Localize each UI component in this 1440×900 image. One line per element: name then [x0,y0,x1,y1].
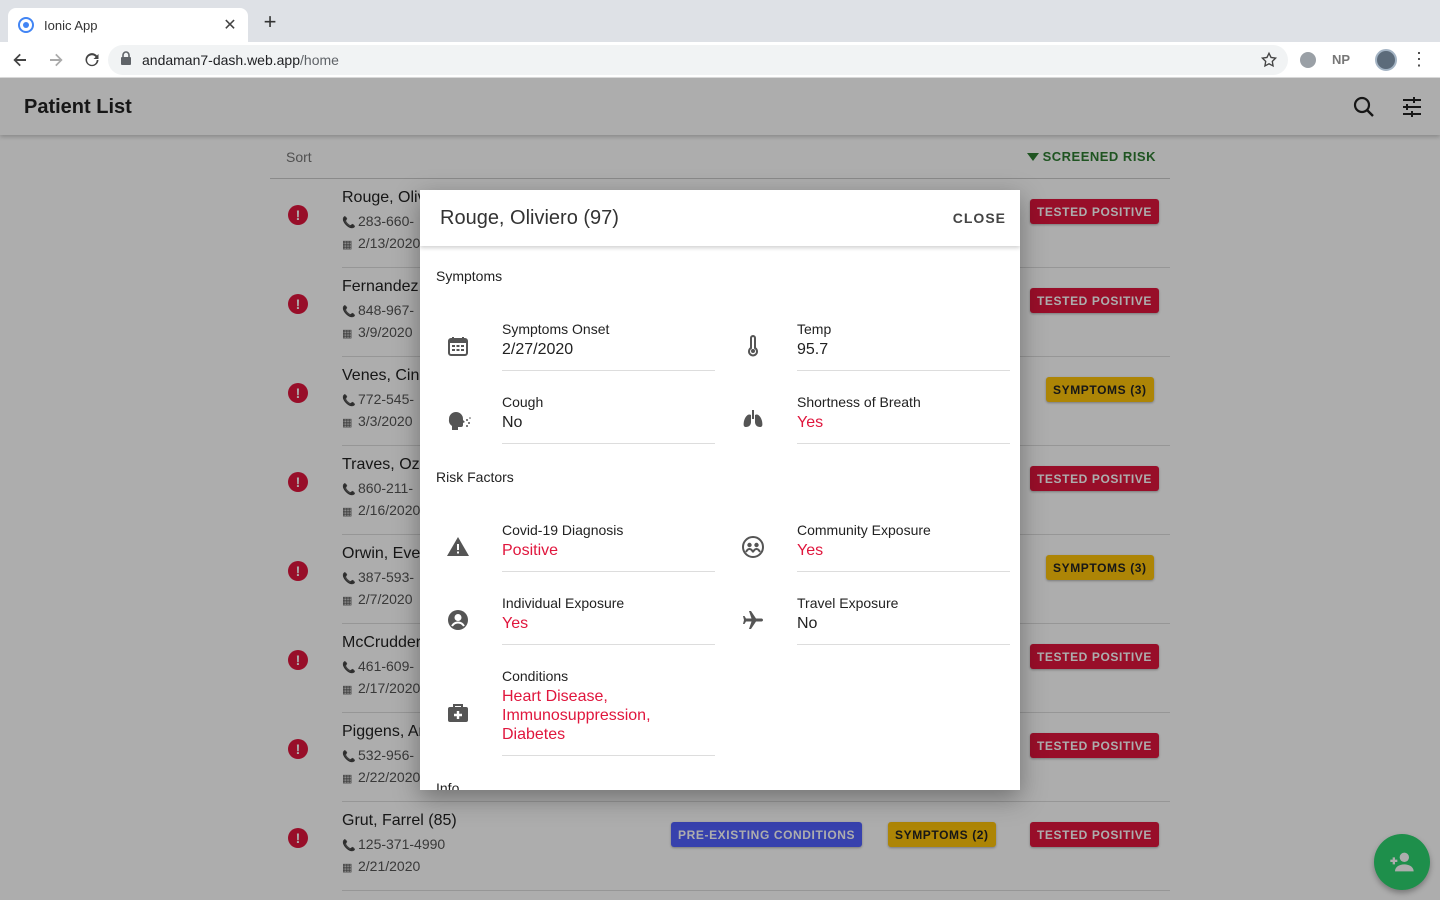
field-label: Covid-19 Diagnosis [502,522,624,538]
forward-icon[interactable] [40,44,72,76]
field-value: Yes [502,615,529,632]
field-text: Shortness of Breath Yes [797,393,1010,444]
field-value: 2/27/2020 [502,341,574,358]
field-label: Symptoms Onset [502,321,610,337]
community-icon [731,527,775,567]
modal-body: Symptoms Symptoms Onset 2/27/2020 Temp 9… [420,246,1020,790]
thermometer-icon [731,326,775,366]
modal-header: Rouge, Oliviero (97) CLOSE [420,190,1020,246]
field-value: 95.7 [797,341,829,358]
extension-icon[interactable] [1300,52,1316,68]
field-label: Community Exposure [797,522,931,538]
field-label: Travel Exposure [797,595,899,611]
reload-icon[interactable] [76,44,108,76]
field-text: Individual Exposure Yes [502,594,715,645]
field-text: Travel Exposure No [797,594,1010,645]
field-label: Individual Exposure [502,595,625,611]
field-text: Temp 95.7 [797,320,1010,371]
cough-icon [436,399,480,439]
field-label: Cough [502,394,544,410]
airplane-icon [731,600,775,640]
close-button[interactable]: CLOSE [953,210,1006,226]
ionic-favicon-icon [18,17,34,33]
info-heading: Info [436,780,460,790]
close-tab-icon[interactable]: ✕ [222,15,238,35]
field-text: Conditions Heart Disease, Immunosuppress… [502,667,715,756]
back-icon[interactable] [4,44,36,76]
field-value: No [797,615,818,632]
lock-icon [120,50,132,70]
warning-icon [436,527,480,567]
person-circle-icon [436,600,480,640]
extension-np[interactable]: NP [1332,52,1350,67]
field-label: Temp [797,321,832,337]
field-value: Positive [502,542,559,559]
calendar-icon [436,326,480,366]
field-value: Heart Disease, Immunosuppression, Diabet… [502,688,651,743]
profile-avatar[interactable] [1375,49,1397,71]
medical-kit-icon [436,693,480,733]
field-value: No [502,414,523,431]
url-path: /home [300,52,339,68]
field-text: Community Exposure Yes [797,521,1010,572]
field-text: Covid-19 Diagnosis Positive [502,521,715,572]
browser-tab[interactable]: Ionic App ✕ [8,8,248,42]
browser-toolbar: andaman7-dash.web.app/home NP ⋮ [0,42,1440,78]
tab-title: Ionic App [44,17,98,33]
new-tab-icon[interactable]: + [258,10,282,34]
url-host: andaman7-dash.web.app [142,52,301,68]
address-bar[interactable]: andaman7-dash.web.app/home [108,45,1288,75]
patient-detail-modal: Rouge, Oliviero (97) CLOSE Symptoms Symp… [420,190,1020,790]
field-text: Symptoms Onset 2/27/2020 [502,320,715,371]
field-label: Shortness of Breath [797,394,921,410]
lungs-icon [731,399,775,439]
risk-factors-heading: Risk Factors [436,469,514,485]
field-value: Yes [797,542,824,559]
modal-title: Rouge, Oliviero (97) [440,207,619,229]
symptoms-heading: Symptoms [436,268,503,284]
browser-tab-strip: Ionic App ✕ + [0,0,1440,42]
browser-menu-icon[interactable]: ⋮ [1410,50,1428,68]
bookmark-star-icon[interactable] [1260,51,1278,74]
field-label: Conditions [502,668,569,684]
field-value: Yes [797,414,824,431]
field-text: Cough No [502,393,715,444]
